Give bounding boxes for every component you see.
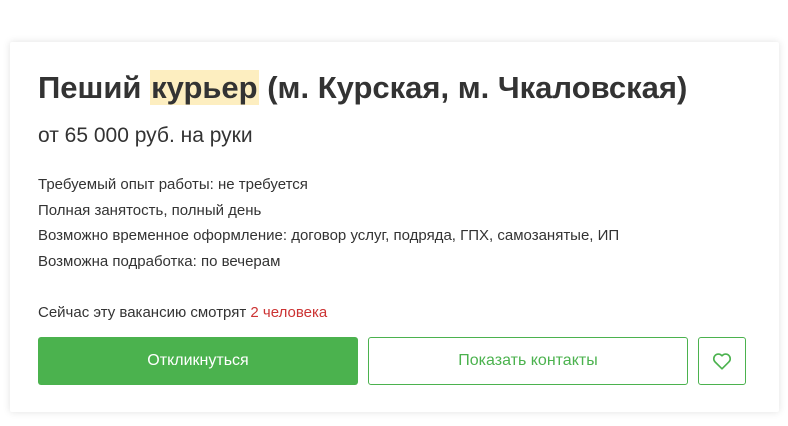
show-contacts-button[interactable]: Показать контакты: [368, 337, 688, 385]
detail-temporary-contract: Возможно временное оформление: договор у…: [38, 227, 620, 245]
vacancy-title[interactable]: Пеший курьер (м. Курская, м. Чкаловская): [38, 68, 687, 108]
detail-employment: Полная занятость, полный день: [38, 201, 262, 219]
vacancy-salary: от 65 000 руб. на руки: [38, 124, 253, 147]
vacancy-details-list: Требуемый опыт работы: не требуется Полн…: [38, 172, 619, 275]
heart-icon: [712, 353, 732, 370]
detail-experience: Требуемый опыт работы: не требуется: [38, 176, 308, 193]
title-search-highlight: курьер: [150, 70, 259, 105]
vacancy-card: Пеший курьер (м. Курская, м. Чкаловская)…: [10, 42, 779, 412]
viewers-info: Сейчас эту вакансию смотрят 2 человека: [38, 303, 327, 323]
favorite-button[interactable]: [698, 337, 746, 385]
viewers-count: 2 человека: [250, 304, 328, 321]
viewers-prefix: Сейчас эту вакансию смотрят: [38, 304, 251, 321]
title-text-after: (м. Курская, м. Чкаловская): [258, 70, 688, 105]
respond-button[interactable]: Откликнуться: [38, 337, 358, 385]
detail-part-time: Возможна подработка: по вечерам: [38, 253, 281, 271]
title-text-before: Пеший: [38, 70, 151, 105]
